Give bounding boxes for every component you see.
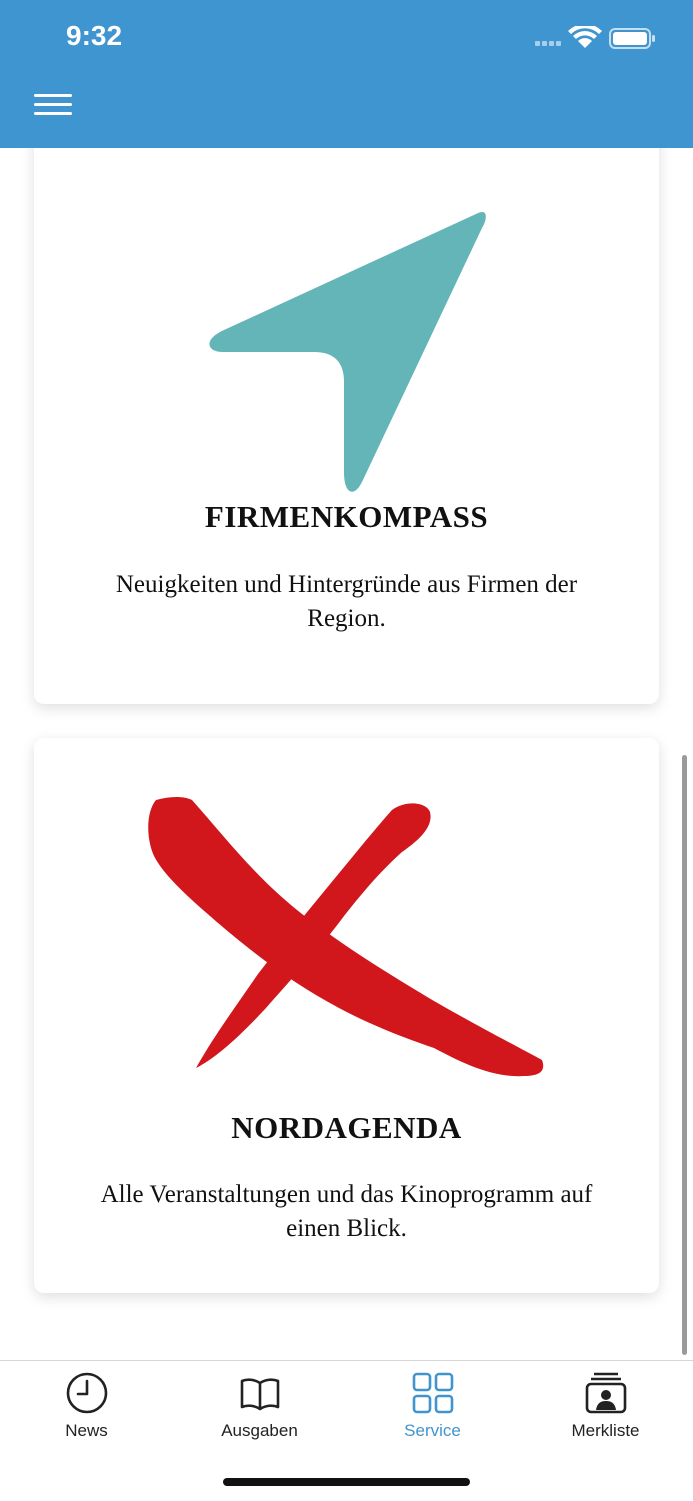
hamburger-menu-icon[interactable] bbox=[32, 92, 76, 120]
tab-news[interactable]: News bbox=[0, 1361, 173, 1451]
tab-ausgaben[interactable]: Ausgaben bbox=[173, 1361, 346, 1451]
card-title: NORDAGENDA bbox=[231, 1110, 462, 1145]
contact-card-icon bbox=[585, 1372, 626, 1414]
tab-label: Merkliste bbox=[571, 1421, 640, 1440]
red-cross-icon bbox=[148, 797, 544, 1077]
status-icons bbox=[531, 23, 657, 57]
app-header: 9:32 bbox=[0, 0, 693, 148]
clock-icon bbox=[66, 1372, 107, 1414]
tab-label: News bbox=[65, 1421, 108, 1440]
tab-service[interactable]: Service bbox=[346, 1361, 519, 1451]
battery-icon bbox=[609, 28, 655, 49]
status-time: 9:32 bbox=[66, 20, 123, 51]
card-title: FIRMENKOMPASS bbox=[204, 499, 489, 534]
service-list[interactable]: FIRMENKOMPASS Neuigkeiten und Hintergrün… bbox=[0, 148, 693, 1360]
service-card-firmenkompass[interactable]: FIRMENKOMPASS Neuigkeiten und Hintergrün… bbox=[34, 148, 659, 704]
tab-label: Service bbox=[404, 1421, 461, 1440]
wifi-icon bbox=[568, 23, 602, 48]
home-indicator[interactable] bbox=[223, 1478, 470, 1486]
scrollbar[interactable] bbox=[682, 755, 687, 1355]
tab-label: Ausgaben bbox=[221, 1421, 298, 1440]
grid-icon bbox=[412, 1372, 453, 1414]
tab-merkliste[interactable]: Merkliste bbox=[519, 1361, 692, 1451]
service-card-nordagenda[interactable]: NORDAGENDA Alle Veranstaltungen und das … bbox=[34, 738, 659, 1293]
compass-arrow-icon bbox=[209, 212, 486, 492]
card-description: Neuigkeiten und Hintergründe aus Firmen … bbox=[115, 571, 578, 632]
signal-icon bbox=[535, 41, 561, 46]
card-description: Alle Veranstaltungen und das Kinoprogram… bbox=[100, 1181, 593, 1242]
open-book-icon bbox=[240, 1378, 279, 1411]
